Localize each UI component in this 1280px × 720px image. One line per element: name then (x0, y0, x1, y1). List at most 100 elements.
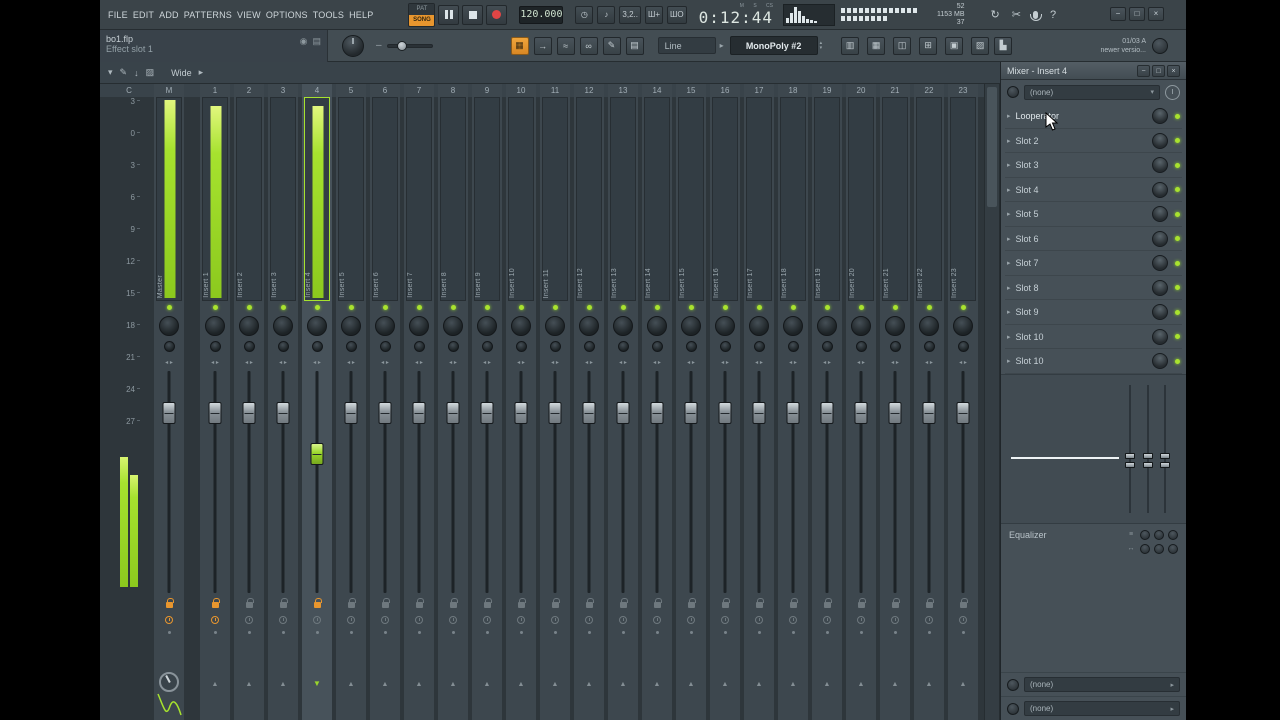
mute-led[interactable] (688, 305, 694, 310)
track-meter-zone[interactable]: Insert 20 (848, 97, 874, 301)
route-arrow-icon[interactable] (552, 678, 559, 689)
mixer-track[interactable]: 14 Insert 14 (642, 84, 672, 720)
record-arm-icon[interactable] (449, 615, 457, 624)
volume-fader[interactable] (778, 369, 808, 597)
volume-fader[interactable] (268, 369, 298, 597)
record-arm-icon[interactable] (245, 615, 253, 624)
slot-arrow-icon[interactable]: ▸ (1007, 357, 1011, 365)
route-arrow-icon[interactable] (280, 678, 287, 689)
route-arrow-icon[interactable] (926, 678, 933, 689)
input-knob[interactable] (1007, 678, 1019, 691)
volume-fader[interactable] (336, 369, 366, 597)
route-arrow-icon[interactable] (960, 678, 967, 689)
eq-band-knob[interactable] (1140, 529, 1150, 540)
main-pitch-knob[interactable] (342, 34, 364, 57)
stereo-separation-knob[interactable] (923, 341, 935, 352)
current-instrument-selector[interactable]: MonoPoly #2 (729, 36, 818, 55)
slot-arrow-icon[interactable]: ▸ (1007, 210, 1011, 218)
track-meter-zone[interactable]: Insert 18 (780, 97, 806, 301)
slot-mix-knob[interactable] (1152, 181, 1168, 198)
stereo-separation-knob[interactable] (447, 341, 459, 352)
menu-item[interactable]: EDIT (133, 10, 154, 20)
track-meter-zone[interactable]: Insert 21 (882, 97, 908, 301)
effect-slot[interactable]: ▸ Slot 9 (1001, 300, 1186, 325)
stereo-separation-arrows-icon[interactable] (710, 355, 740, 369)
stereo-separation-arrows-icon[interactable] (846, 355, 876, 369)
volume-fader[interactable] (710, 369, 740, 597)
fader-handle[interactable] (162, 401, 176, 424)
mix-level-knob[interactable] (1007, 86, 1019, 98)
lock-icon[interactable] (653, 597, 662, 608)
pattern-mode-label[interactable]: PAT (409, 3, 435, 15)
stereo-separation-knob[interactable] (413, 341, 425, 352)
mixer-track[interactable]: 16 Insert 16 (710, 84, 740, 720)
track-meter-zone[interactable]: Insert 2 (236, 97, 262, 301)
mute-led[interactable] (858, 305, 864, 310)
lock-icon[interactable] (517, 597, 526, 608)
volume-track[interactable] (386, 40, 433, 51)
lock-icon[interactable] (483, 597, 492, 608)
slot-arrow-icon[interactable]: ▸ (1007, 137, 1011, 145)
effect-slot[interactable]: ▸ Slot 3 (1001, 153, 1186, 178)
slot-enable-led[interactable] (1175, 113, 1180, 119)
stereo-separation-arrows-icon[interactable] (778, 355, 808, 369)
mixer-track[interactable]: 17 Insert 17 (744, 84, 774, 720)
slot-enable-led[interactable] (1175, 309, 1180, 315)
stereo-separation-arrows-icon[interactable] (540, 355, 570, 369)
typing-to-piano-icon[interactable]: Ш+ (644, 5, 663, 24)
mute-led[interactable] (722, 305, 728, 310)
lock-icon[interactable] (381, 597, 390, 608)
volume-fader[interactable] (608, 369, 638, 597)
route-arrow-icon[interactable] (892, 678, 899, 689)
stereo-separation-arrows-icon[interactable] (812, 355, 842, 369)
record-arm-icon[interactable] (959, 615, 967, 624)
record-arm-icon[interactable] (721, 615, 729, 624)
panel-maximize-button[interactable]: □ (1152, 64, 1165, 77)
panel-close-button[interactable]: × (1167, 64, 1180, 77)
stereo-separation-knob[interactable] (957, 341, 969, 352)
slot-mix-knob[interactable] (1152, 304, 1168, 321)
slot-mix-knob[interactable] (1152, 230, 1168, 247)
volume-fader[interactable] (472, 369, 502, 597)
mixer-track[interactable]: 2 Insert 2 (234, 84, 264, 720)
stereo-separation-knob[interactable] (821, 341, 833, 352)
effect-slot[interactable]: ▸ Slot 4 (1001, 178, 1186, 203)
fader-handle[interactable] (548, 401, 562, 424)
lock-icon[interactable] (857, 597, 866, 608)
record-arm-icon[interactable] (551, 615, 559, 624)
stereo-separation-knob[interactable] (277, 341, 289, 352)
mute-led[interactable] (382, 305, 388, 310)
slide-icon[interactable]: ≈ (556, 36, 575, 55)
sync-icon[interactable]: ↻ (991, 8, 1000, 21)
fader-handle[interactable] (752, 401, 766, 424)
mute-led[interactable] (620, 305, 626, 310)
mixer-track[interactable]: 4 Insert 4 (302, 84, 332, 720)
mute-led[interactable] (212, 305, 218, 310)
route-arrow-icon[interactable] (484, 678, 491, 689)
stereo-separation-arrows-icon[interactable] (336, 355, 366, 369)
mixer-dock-icon[interactable]: ▨ (146, 67, 155, 78)
pan-knob[interactable] (205, 316, 225, 336)
record-arm-icon[interactable] (823, 615, 831, 624)
volume-fader[interactable] (302, 369, 332, 597)
track-meter-zone[interactable]: Insert 9 (474, 97, 500, 301)
fader-handle[interactable] (616, 401, 630, 424)
brush-icon[interactable]: ✎ (602, 36, 621, 55)
mixer-track[interactable]: 7 Insert 7 (404, 84, 434, 720)
scrollbar-handle[interactable] (987, 87, 997, 207)
update-knob-icon[interactable] (1152, 37, 1168, 54)
mixer-track[interactable]: 15 Insert 15 (676, 84, 706, 720)
mixer-scrollbar[interactable] (984, 84, 1000, 720)
step-edit-icon[interactable]: → (533, 36, 552, 55)
lock-icon[interactable] (245, 597, 254, 608)
slot-enable-led[interactable] (1175, 211, 1180, 217)
mute-led[interactable] (552, 305, 558, 310)
slot-arrow-icon[interactable]: ▸ (1007, 308, 1011, 316)
mixer-track[interactable]: M Master (154, 84, 184, 720)
panel-minimize-button[interactable]: − (1137, 64, 1150, 77)
slot-mix-knob[interactable] (1152, 206, 1168, 223)
stereo-separation-knob[interactable] (379, 341, 391, 352)
piano-icon[interactable]: ▤ (312, 36, 321, 47)
fader-handle[interactable] (922, 401, 936, 424)
lock-icon[interactable] (165, 597, 174, 608)
